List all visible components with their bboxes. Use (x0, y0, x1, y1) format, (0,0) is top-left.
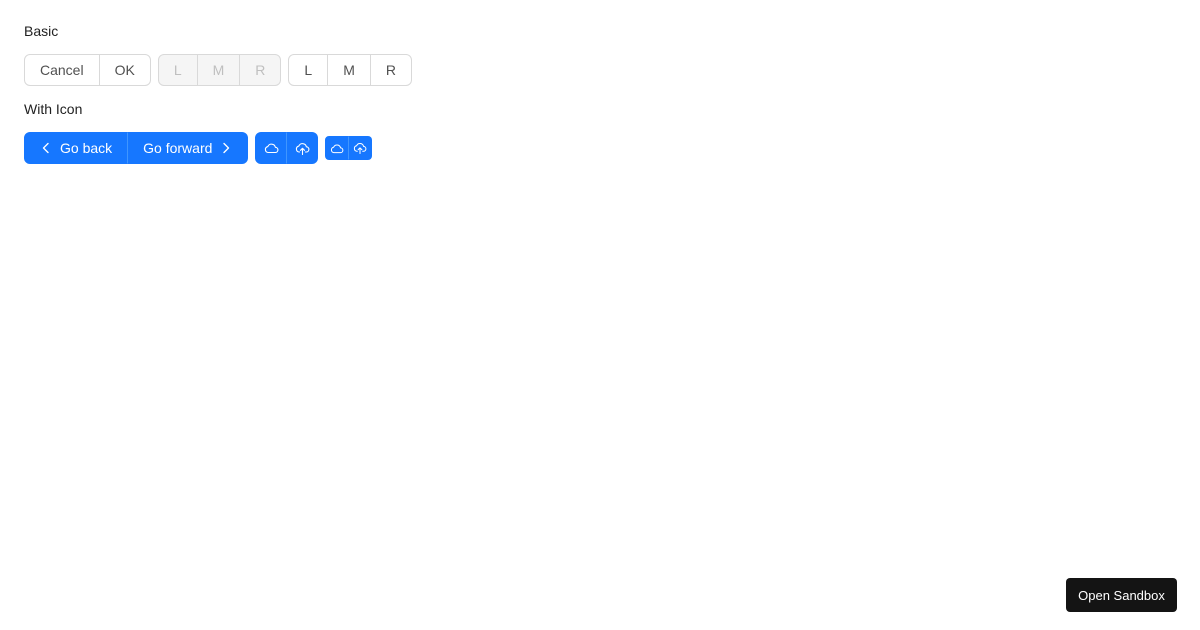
cloud-button-small[interactable] (325, 136, 350, 160)
button-group-disabled: L M R (157, 54, 282, 86)
icon-button-row: Go back Go forward (24, 132, 379, 164)
middle-button[interactable]: M (327, 54, 371, 86)
demo-page: Basic Cancel OK L M R L M R With Icon Go… (0, 0, 1200, 630)
cloud-upload-icon (295, 142, 310, 155)
left-button[interactable]: L (288, 54, 329, 86)
open-sandbox-button[interactable]: Open Sandbox (1066, 578, 1177, 612)
section-title-with-icon: With Icon (24, 101, 83, 117)
go-back-button[interactable]: Go back (24, 132, 129, 164)
section-title-basic: Basic (24, 23, 59, 39)
button-group-cloud-small (325, 136, 373, 160)
cloud-upload-button[interactable] (286, 132, 319, 164)
button-group-navigation: Go back Go forward (24, 132, 249, 164)
cloud-button[interactable] (255, 132, 288, 164)
button-group-cancel-ok: Cancel OK (24, 54, 151, 86)
go-forward-button[interactable]: Go forward (127, 132, 249, 164)
cloud-upload-button-small[interactable] (348, 136, 373, 160)
cloud-upload-icon (353, 142, 367, 154)
cancel-button[interactable]: Cancel (24, 54, 100, 86)
button-group-lmr: L M R (288, 54, 413, 86)
cloud-icon (330, 143, 344, 154)
chevron-left-icon (40, 142, 52, 154)
disabled-right-button: R (239, 54, 282, 86)
go-forward-label: Go forward (143, 140, 213, 156)
button-group-cloud (255, 132, 319, 164)
chevron-right-icon (220, 142, 232, 154)
basic-button-row: Cancel OK L M R L M R (24, 54, 419, 86)
ok-button[interactable]: OK (98, 54, 151, 86)
cloud-icon (264, 142, 279, 154)
disabled-left-button: L (157, 54, 198, 86)
disabled-middle-button: M (196, 54, 241, 86)
go-back-label: Go back (60, 140, 113, 156)
right-button[interactable]: R (369, 54, 413, 86)
